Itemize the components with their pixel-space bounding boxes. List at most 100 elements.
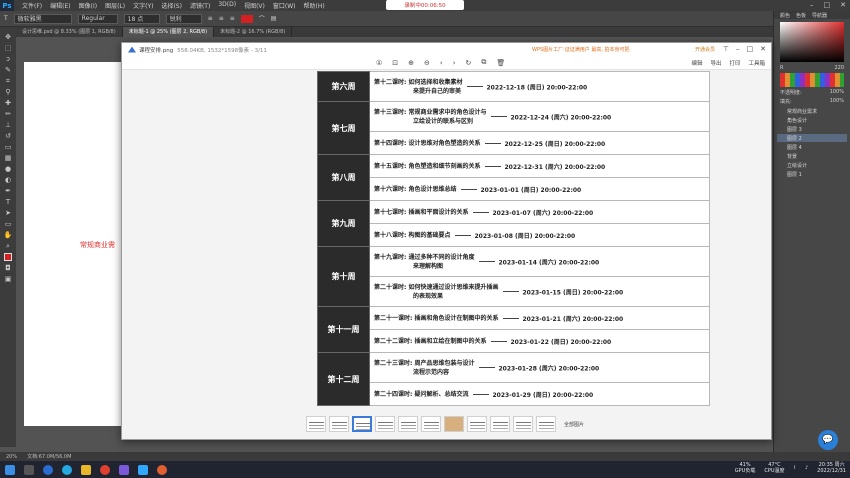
antialias-select[interactable]: 锐利 (165, 13, 202, 24)
doc-tab-2[interactable]: 未标题-1 @ 25% (图层 2, RGB/8) (122, 27, 215, 37)
clock[interactable]: 20:35 周六 2022/12/31 (817, 462, 846, 474)
edit-button[interactable]: 编辑 (691, 59, 702, 67)
pin-icon[interactable]: ⊤ (723, 45, 729, 53)
help-chat-icon[interactable]: 💬 (818, 430, 838, 450)
edge-icon[interactable] (43, 464, 53, 475)
layer-row[interactable]: 立绘设计 (777, 161, 847, 169)
brush-tool-icon[interactable]: ✏ (3, 110, 13, 118)
start-icon[interactable] (5, 464, 15, 475)
text-tool-icon[interactable]: T (4, 15, 8, 22)
tab-navigator[interactable]: 导航器 (812, 12, 827, 19)
font-style-select[interactable]: Regular (77, 13, 118, 24)
menu-item-10[interactable]: 帮助(H) (300, 1, 329, 10)
thumbnail-10[interactable] (513, 416, 533, 432)
swatch-grid[interactable] (780, 73, 844, 87)
chrome-icon[interactable] (100, 464, 110, 475)
minimize-icon[interactable]: – (810, 1, 814, 9)
shape-tool-icon[interactable]: ▭ (3, 220, 13, 228)
menu-item-9[interactable]: 窗口(W) (269, 1, 300, 10)
print-button[interactable]: 打印 (729, 59, 740, 67)
viewer-maximize-icon[interactable]: □ (747, 45, 754, 53)
menu-item-4[interactable]: 文字(Y) (129, 1, 157, 10)
marquee-tool-icon[interactable]: ⬚ (3, 44, 13, 52)
history-brush-icon[interactable]: ↺ (3, 132, 13, 140)
menu-item-6[interactable]: 滤镜(T) (186, 1, 214, 10)
color-value[interactable]: 220 (834, 65, 844, 71)
export-button[interactable]: 导出 (710, 59, 721, 67)
zoom-in-icon[interactable]: ⊕ (408, 59, 414, 67)
align-left-icon[interactable]: ≡ (208, 15, 213, 22)
dodge-tool-icon[interactable]: ◐ (3, 176, 13, 184)
all-images-button[interactable]: 全部图片 (564, 421, 584, 428)
thumbnail-4[interactable] (375, 416, 395, 432)
thumbnail-3-selected[interactable] (352, 416, 372, 432)
screen-mode-icon[interactable]: ▣ (3, 275, 13, 283)
viewer-close-icon[interactable]: ✕ (760, 45, 766, 53)
blur-tool-icon[interactable]: ● (3, 165, 13, 173)
app-icon[interactable] (119, 464, 129, 475)
layer-row[interactable]: 图层 1 (777, 170, 847, 178)
eyedropper-icon[interactable]: ⚲ (3, 88, 13, 96)
rotate-icon[interactable]: ↻ (466, 59, 472, 67)
menu-item-1[interactable]: 编辑(E) (46, 1, 74, 10)
quick-mask-icon[interactable]: ◘ (3, 264, 13, 272)
menu-item-0[interactable]: 文件(F) (18, 1, 46, 10)
thumbnail-11[interactable] (536, 416, 556, 432)
promo-banner[interactable]: WPS图片工厂·证证满用户 最高, 拍本身可把 (532, 46, 630, 53)
menu-item-2[interactable]: 图像(I) (75, 1, 101, 10)
thumbnail-2[interactable] (329, 416, 349, 432)
crop-tool-icon[interactable]: ⌗ (3, 77, 13, 85)
thumbnail-6[interactable] (421, 416, 441, 432)
delete-icon[interactable]: 🗑 (496, 59, 505, 67)
hand-tool-icon[interactable]: ✋ (3, 231, 13, 239)
foreground-color-swatch[interactable] (4, 253, 12, 261)
recorder-taskbar-icon[interactable] (157, 464, 167, 475)
next-icon[interactable]: › (453, 59, 456, 67)
doc-tab-1[interactable]: 设计思维.psd @ 8.33% (图层 1, RGB/8) (16, 27, 123, 37)
zoom-level[interactable]: 20% (6, 454, 17, 460)
quick-select-icon[interactable]: ✎ (3, 66, 13, 74)
volume-icon[interactable]: ♪ (805, 465, 808, 471)
copy-icon[interactable]: ⧉ (481, 58, 486, 67)
gradient-icon[interactable]: ▦ (3, 154, 13, 162)
doc-tab-3[interactable]: 未标题-2 @ 16.7% (RGB/8) (214, 27, 293, 37)
thumbnail-8[interactable] (467, 416, 487, 432)
fill-value[interactable]: 100% (830, 98, 844, 105)
lasso-tool-icon[interactable]: ↄ (3, 55, 13, 63)
font-family-select[interactable]: 微软雅黑 (13, 13, 72, 24)
tab-color[interactable]: 颜色 (780, 12, 790, 19)
move-tool-icon[interactable]: ✥ (3, 33, 13, 41)
tab-swatches[interactable]: 色板 (796, 12, 806, 19)
maximize-icon[interactable]: □ (824, 1, 831, 9)
viewer-minimize-icon[interactable]: – (736, 45, 740, 53)
align-center-icon[interactable]: ≡ (219, 15, 224, 22)
layer-row[interactable]: 图层 3 (777, 125, 847, 133)
search-icon[interactable] (24, 464, 34, 475)
layer-row[interactable]: 图层 2 (777, 134, 847, 142)
recording-indicator[interactable]: 录制中00:06:50 (386, 0, 464, 10)
thumbnail-5[interactable] (398, 416, 418, 432)
thumbnail-1[interactable] (306, 416, 326, 432)
viewer-image-area[interactable]: 第六周 第十二课时: 如何选择和收集素材 来提升自己的审美 2022-12-18 (周… (122, 71, 771, 411)
font-size-select[interactable]: 18 点 (123, 13, 160, 24)
character-panel-icon[interactable]: ▤ (271, 15, 277, 22)
type-tool-icon[interactable]: T (3, 198, 13, 206)
healing-brush-icon[interactable]: ✚ (3, 99, 13, 107)
eraser-icon[interactable]: ▭ (3, 143, 13, 151)
file-explorer-icon[interactable] (81, 464, 91, 475)
thumbnail-9[interactable] (490, 416, 510, 432)
pen-tool-icon[interactable]: ✒ (3, 187, 13, 195)
opacity-value[interactable]: 100% (830, 89, 844, 96)
layer-row[interactable]: 角色设计 (777, 116, 847, 124)
toolbox-button[interactable]: 工具箱 (748, 59, 765, 67)
layer-row[interactable]: 图层 4 (777, 143, 847, 151)
zoom-out-icon[interactable]: ⊖ (424, 59, 430, 67)
stamp-tool-icon[interactable]: ⊥ (3, 121, 13, 129)
menu-item-8[interactable]: 视图(V) (240, 1, 269, 10)
member-button[interactable]: 开通会员 (695, 46, 715, 53)
color-picker[interactable] (780, 22, 844, 62)
zoom-tool-icon[interactable]: ⌕ (3, 242, 13, 250)
network-icon[interactable]: ⌇ (794, 465, 796, 471)
actual-size-icon[interactable]: ① (376, 59, 382, 67)
fit-window-icon[interactable]: ⊡ (392, 59, 398, 67)
